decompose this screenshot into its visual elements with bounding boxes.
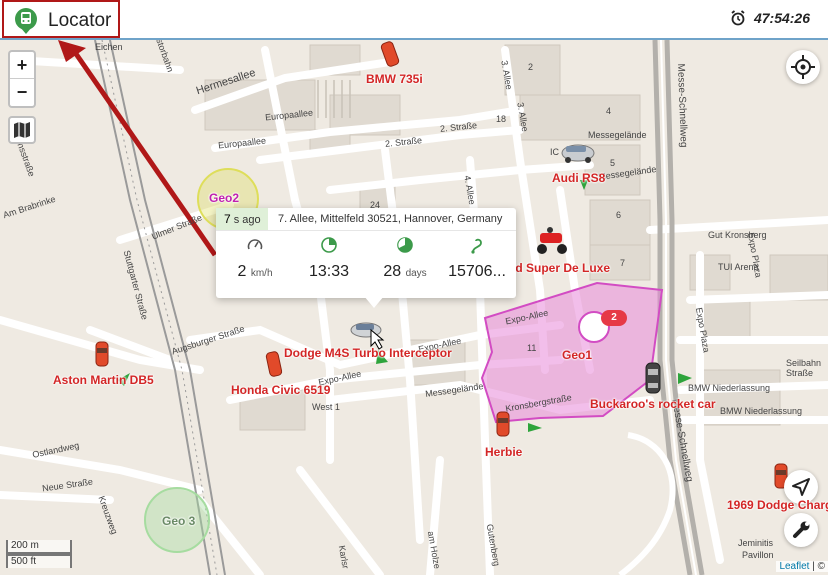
street-label: Jeminitis [738,538,774,548]
street-label: Messegelände [424,380,484,400]
map-scale: 200 m 500 ft [6,540,72,568]
popup-tip [364,296,384,308]
vehicle-label[interactable]: Herbie [485,445,522,459]
popup-address: 7. Allee, Mittelfeld 30521, Hannover, Ge… [278,213,503,225]
tools-button[interactable] [784,513,818,547]
street-label: Karlsr [336,544,351,570]
map-icon [14,122,30,138]
calendar-pie-icon [397,237,413,253]
speed-unit: km/h [250,268,273,279]
street-label: Ostlandweg [31,440,81,460]
street-label: 2. Straße [384,135,423,149]
street-label: BMW Niederlassung [688,383,771,393]
vehicle-label[interactable]: Honda Civic 6519 [231,383,330,397]
street-label: Am Brabrinke [1,193,57,221]
street-label: Seilbahn Straße [786,358,822,378]
bus-icon [15,8,37,34]
street-label: Europaallee [217,135,267,151]
street-label: Messe-Schnellweg [675,63,689,148]
vehicle-label[interactable]: Dodge M4S Turbo Interceptor [284,346,452,360]
scale-imperial: 500 ft [6,554,72,568]
block-number: 5 [610,158,616,168]
crosshair-icon [791,55,815,79]
vehicle-label[interactable]: 1969 Dodge Charg [727,498,828,512]
leaflet-link[interactable]: Leaflet [779,561,809,572]
street-labels: Hermesallee Europaallee Europaallee 2. S… [0,40,828,575]
vehicle-label[interactable]: Aston Martin DB5 [53,373,154,387]
street-label: Augsburger Straße [170,323,246,357]
street-label: 3. Allee [499,59,515,91]
block-number: 2 [528,62,534,72]
stat-odometer: 15706... [442,236,512,281]
street-label: BMW Niederlassung [720,406,803,416]
top-bar: Locator 47:54:26 [0,0,828,40]
alarm-clock-icon [731,10,745,26]
vehicle-label[interactable]: BMW 735i [366,72,423,86]
street-label: West 1 [312,402,340,412]
street-label: Pavillon [742,550,774,560]
street-label: Ulmer Straße [150,212,204,242]
app-name: Locator [48,10,112,31]
clock-pie-icon [321,237,337,253]
scale-metric: 200 m [6,540,72,554]
street-label: IC [550,147,559,157]
street-label: 2. Straße [439,120,478,134]
time-value: 13:33 [308,263,350,280]
street-label: Expo-Allee [504,307,550,327]
block-number: 4 [606,106,612,116]
map-view[interactable]: Hermesallee Europaallee Europaallee 2. S… [0,40,828,575]
geofence-label-geo2[interactable]: Geo2 [209,191,239,205]
zoom-in-button[interactable]: + [10,52,34,79]
street-label: Hermesallee [194,66,258,98]
street-label: Europaallee [264,107,314,123]
street-label: Messegelände [597,163,657,183]
app-title[interactable]: Locator [2,0,120,38]
stat-speed: 2 km/h [220,236,290,281]
street-label: Expo Plaza [693,306,712,354]
last-update-badge: 7 s ago [216,208,268,230]
geofence-label-geo1[interactable]: Geo1 [562,348,592,362]
cluster-count-badge[interactable]: 2 [601,310,627,326]
attribution-text: | © [809,561,825,572]
street-label: Gut Kronsberg [708,230,767,240]
block-number: 18 [496,114,507,124]
vehicle-popup: 7 s ago 7. Allee, Mittelfeld 30521, Hann… [216,208,516,308]
days-unit: days [405,268,427,279]
street-label: Kronsbergstraße [504,392,573,414]
street-label: am Holze [425,530,443,570]
stat-time: 13:33 [294,236,364,281]
wrench-icon [793,521,810,538]
stat-days: 28 days [370,236,440,281]
street-label: Stuttgarter Straße [121,249,150,321]
street-label: Messegelände [588,130,647,140]
street-label: Kreuzweg [96,494,120,536]
street-label: Gutenberg [484,523,502,567]
popup-header: 7 s ago 7. Allee, Mittelfeld 30521, Hann… [216,208,516,231]
street-label: Kastorbahn [150,40,176,74]
days-value: 28 [383,263,402,280]
block-number: 7 [620,258,626,268]
odometer-value: 15706... [448,263,506,280]
street-label: 4. Allee [462,174,478,206]
timer-value: 47:54:26 [753,10,810,26]
last-update-value: 7 [224,212,231,226]
last-update-unit: s ago [233,214,261,226]
speedometer-icon [247,239,263,250]
map-attribution: Leaflet | © [776,561,828,572]
vehicle-label[interactable]: Audi RS8 [552,171,605,185]
zoom-control: + − [8,50,36,108]
street-label: Eichen [95,42,123,52]
street-label: Neue Straße [41,476,94,494]
zoom-out-button[interactable]: − [10,79,34,105]
speed-value: 2 [237,263,247,280]
block-number: 6 [616,210,622,220]
street-label: 3. Allee [515,101,531,133]
locate-me-button[interactable] [786,50,820,84]
session-timer: 47:54:26 [730,10,810,26]
map-layers-button[interactable] [8,116,36,144]
geofence-label-geo3[interactable]: Geo 3 [162,514,195,528]
route-icon [471,238,482,254]
block-number: 11 [527,343,537,353]
vehicle-label[interactable]: Buckaroo's rocket car [590,397,716,411]
